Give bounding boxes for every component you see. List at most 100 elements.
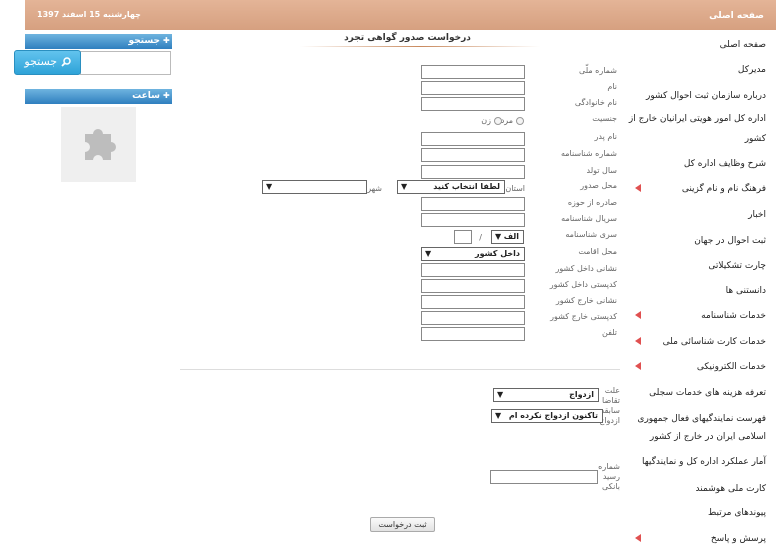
menu-item[interactable]: پرسش و پاسخ (628, 530, 766, 548)
form-divider (180, 369, 620, 370)
label-first_name: نام (607, 82, 617, 91)
province-select[interactable]: لطفا انتخاب کنید ▼ (397, 180, 505, 194)
submenu-arrow-icon (635, 362, 641, 370)
last-name-input[interactable] (421, 97, 525, 111)
label-male: مرد (500, 116, 513, 125)
label-foreign_postal: کدپستی خارج کشور (550, 312, 617, 321)
menu-item[interactable]: خدمات الکترونیکی (628, 358, 766, 376)
chevron-down-icon: ▼ (401, 182, 408, 191)
label-id_number: شماره شناسنامه (560, 149, 617, 158)
menu-item[interactable]: شرح وظایف اداره کل (628, 155, 766, 173)
reason-select[interactable]: ازدواج ▼ (493, 388, 599, 402)
menu-item[interactable]: درباره سازمان ثبت احوال کشور (628, 87, 766, 105)
label-issued_from: صادره از حوزه (567, 198, 617, 207)
search-button[interactable]: جستجو (14, 50, 81, 75)
submenu-arrow-icon (635, 337, 641, 345)
menu-item[interactable]: اخبار (628, 206, 766, 224)
label-domestic_address: نشانی داخل کشور (555, 264, 617, 273)
label-province: استان (505, 184, 525, 193)
search-box-title: جستجو (128, 36, 160, 46)
menu-item[interactable]: آمار عملکرد اداره کل و نمایندگیها (628, 453, 766, 471)
form-title: درخواست صدور گواهی تجرد (344, 33, 471, 43)
clock-box-header: ساعت ✚ (25, 89, 172, 104)
label-id_series: سری شناسنامه (565, 230, 617, 239)
menu-item[interactable]: فهرست نمایندگیهای فعال جمهوری (628, 410, 766, 428)
foreign-postal-input[interactable] (421, 311, 525, 325)
domestic-postal-input[interactable] (421, 279, 525, 293)
title-underline (300, 46, 540, 47)
marriage-history-select[interactable]: تاکنون ازدواج نکرده ام ▼ (491, 409, 603, 423)
submenu-arrow-icon (635, 184, 641, 192)
label-female: زن (481, 116, 491, 125)
search-button-label: جستجو (24, 55, 58, 68)
submit-request-button[interactable]: ثبت درخواست (370, 517, 435, 532)
menu-item[interactable]: کشور (628, 130, 766, 148)
menu-item[interactable]: اسلامی ایران در خارج از کشور (628, 428, 766, 446)
menu-item[interactable]: دانستنی ها (628, 282, 766, 300)
city-select[interactable]: ▼ (262, 180, 367, 194)
chevron-down-icon: ▼ (495, 232, 502, 241)
foreign-address-input[interactable] (421, 295, 525, 309)
id-series-letter-select-value: الف (503, 232, 519, 241)
marriage-history-select-value: تاکنون ازدواج نکرده ام (508, 411, 598, 420)
id-number-input[interactable] (421, 148, 525, 162)
pin-icon: ✚ (163, 91, 170, 100)
province-select-value: لطفا انتخاب کنید (433, 182, 500, 191)
menu-item[interactable]: پیوندهای مرتبط (628, 504, 766, 522)
chevron-down-icon: ▼ (495, 411, 502, 420)
clock-plugin-placeholder (61, 107, 136, 182)
menu-item[interactable]: اداره کل امور هویتی ایرانیان خارج از (628, 110, 766, 128)
label-foreign_address: نشانی خارج کشور (555, 296, 617, 305)
phone-input[interactable] (421, 327, 525, 341)
search-input[interactable] (80, 51, 171, 75)
top-bar: چهارشنبه 15 اسفند 1397 صفحه اصلی (25, 0, 776, 30)
reason-select-value: ازدواج (569, 390, 594, 399)
id-series-number-input[interactable] (454, 230, 472, 244)
menu-item[interactable]: ثبت احوال در جهان (628, 232, 766, 250)
residence-select[interactable]: داخل کشور ▼ (421, 247, 525, 261)
gender-male-radio[interactable] (516, 117, 524, 125)
menu-item[interactable]: مدیرکل (628, 61, 766, 79)
search-box-header: جستجو ✚ (25, 34, 172, 49)
label-slash: / (479, 233, 482, 242)
label-issue_place: محل صدور (580, 181, 617, 190)
chevron-down-icon: ▼ (425, 249, 432, 258)
birth-year-input[interactable] (421, 165, 525, 179)
residence-select-value: داخل کشور (475, 249, 520, 258)
label-residence: محل اقامت (578, 247, 617, 256)
issued-from-input[interactable] (421, 197, 525, 211)
label-national_id: شماره ملّی (579, 66, 617, 75)
father-name-input[interactable] (421, 132, 525, 146)
gender-female-radio[interactable] (494, 117, 502, 125)
label-last_name: نام خانوادگی (574, 98, 617, 107)
menu-item[interactable]: تعرفه هزینه های خدمات سجلی (628, 384, 766, 402)
domestic-address-input[interactable] (421, 263, 525, 277)
first-name-input[interactable] (421, 81, 525, 95)
label-father_name: نام پدر (594, 132, 617, 141)
national-id-input[interactable] (421, 65, 525, 79)
label-city: شهر (367, 184, 382, 193)
submenu-arrow-icon (635, 534, 641, 542)
puzzle-piece-icon (85, 129, 116, 160)
pin-icon: ✚ (163, 36, 170, 45)
id-serial-input[interactable] (421, 213, 525, 227)
chevron-down-icon: ▼ (497, 390, 504, 399)
clock-box-title: ساعت (132, 91, 160, 101)
header-home-link[interactable]: صفحه اصلی (709, 11, 764, 21)
search-icon (60, 57, 71, 67)
label-id_serial: سریال شناسنامه (561, 214, 617, 223)
label-gender: جنسیت (592, 114, 617, 123)
chevron-down-icon: ▼ (266, 182, 273, 191)
label-phone: تلفن (601, 328, 617, 337)
label-domestic_postal: کدپستی داخل کشور (549, 280, 617, 289)
menu-item[interactable]: خدمات کارت شناسائی ملی (628, 333, 766, 351)
menu-item[interactable]: خدمات شناسنامه (628, 307, 766, 325)
menu-item[interactable]: کارت ملی هوشمند (628, 480, 766, 498)
submenu-arrow-icon (635, 311, 641, 319)
receipt-number-input[interactable] (490, 470, 598, 484)
menu-item[interactable]: فرهنگ نام و نام گزینی (628, 180, 766, 198)
menu-item[interactable]: صفحه اصلی (628, 36, 766, 54)
label-birth_year: سال تولد (586, 166, 618, 175)
id-series-letter-select[interactable]: الف ▼ (491, 230, 524, 244)
menu-item[interactable]: چارت تشکیلاتی (628, 257, 766, 275)
